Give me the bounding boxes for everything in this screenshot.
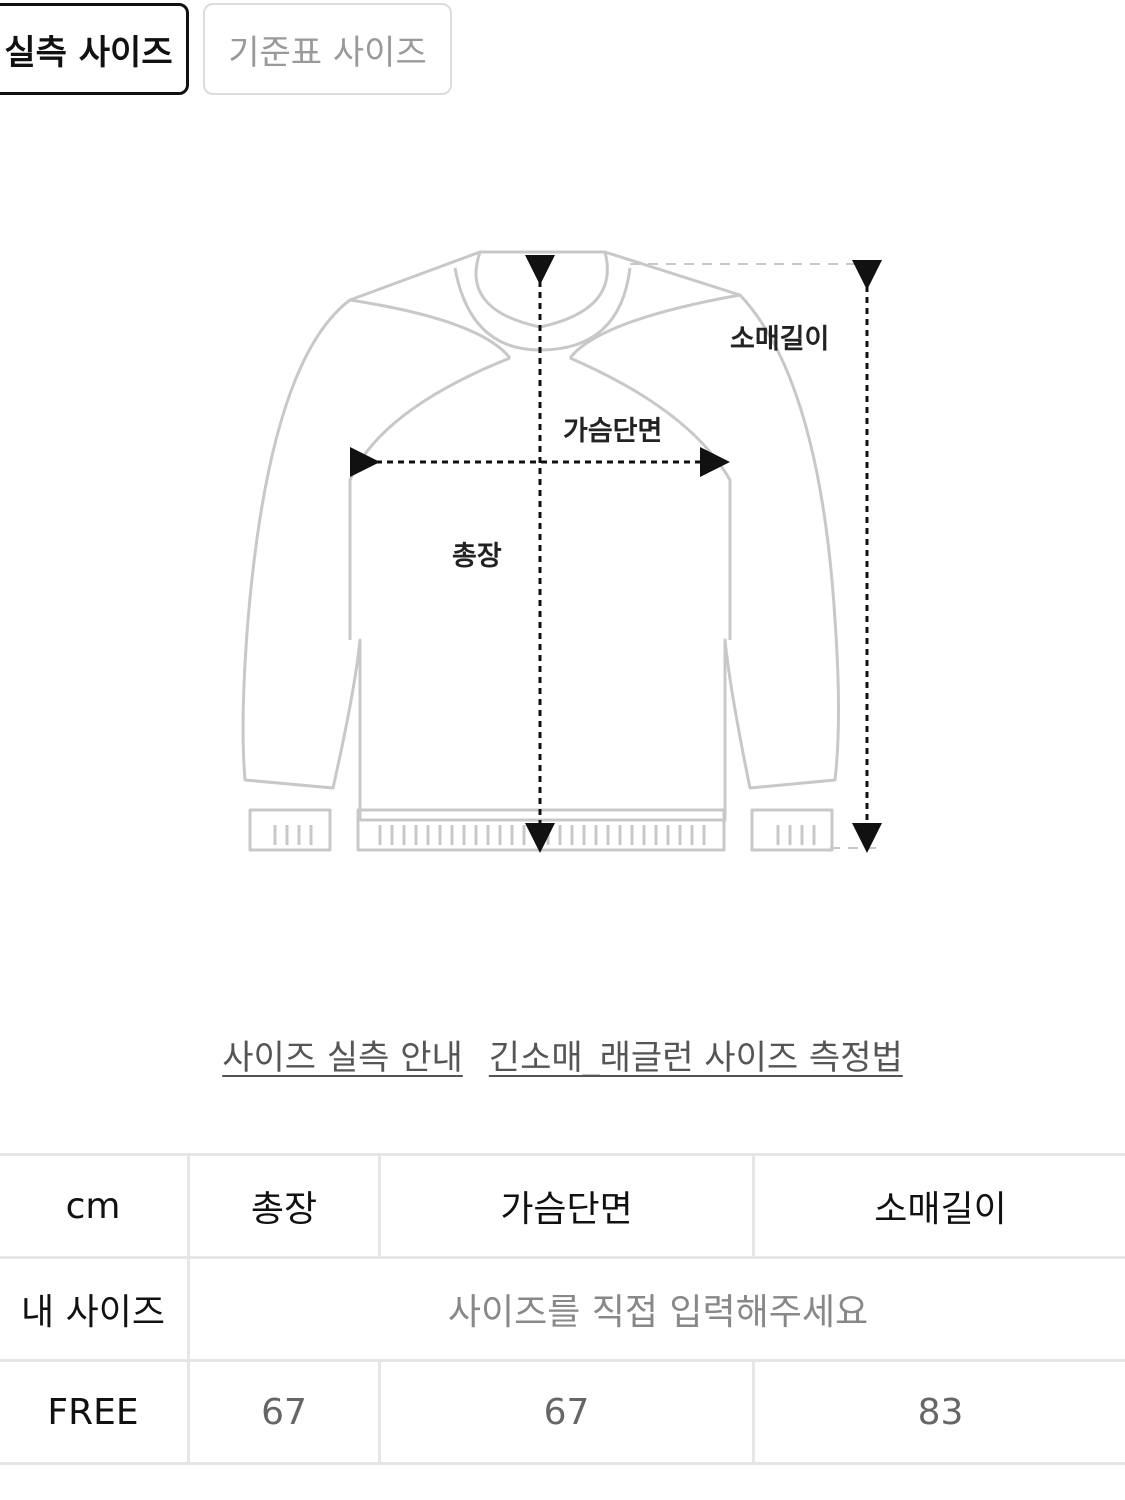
size-diagram: 소매길이 가슴단면 총장 (241, 250, 882, 853)
size-name: FREE (0, 1359, 190, 1465)
table-row: FREE 67 67 83 (0, 1359, 1125, 1465)
value-sleeve-length: 83 (752, 1359, 1125, 1465)
header-total-length: 총장 (186, 1153, 382, 1259)
size-table: cm 총장 가슴단면 소매길이 내 사이즈 사이즈를 직접 입력해주세요 FRE… (0, 1153, 1125, 1465)
total-length-label: 총장 (452, 541, 502, 572)
measure-method-link[interactable]: 긴소매_래글런 사이즈 측정법 (489, 1030, 903, 1079)
tab-standard-size[interactable]: 기준표 사이즈 (203, 3, 452, 95)
my-size-row: 내 사이즈 사이즈를 직접 입력해주세요 (0, 1256, 1125, 1362)
value-chest-width: 67 (378, 1359, 756, 1465)
header-chest-width: 가슴단면 (378, 1153, 756, 1259)
guide-links: 사이즈 실측 안내 긴소매_래글런 사이즈 측정법 (0, 1030, 1125, 1079)
unit-header: cm (0, 1153, 190, 1259)
tab-actual-size[interactable]: 실측 사이즈 (0, 3, 189, 95)
table-header-row: cm 총장 가슴단면 소매길이 (0, 1153, 1125, 1259)
my-size-input[interactable]: 사이즈를 직접 입력해주세요 (187, 1256, 1125, 1362)
size-guide-link[interactable]: 사이즈 실측 안내 (222, 1030, 463, 1079)
my-size-label: 내 사이즈 (0, 1256, 190, 1362)
header-sleeve-length: 소매길이 (752, 1153, 1125, 1259)
sleeve-length-label: 소매길이 (730, 324, 829, 355)
value-total-length: 67 (186, 1359, 382, 1465)
chest-width-label: 가슴단면 (563, 416, 662, 447)
